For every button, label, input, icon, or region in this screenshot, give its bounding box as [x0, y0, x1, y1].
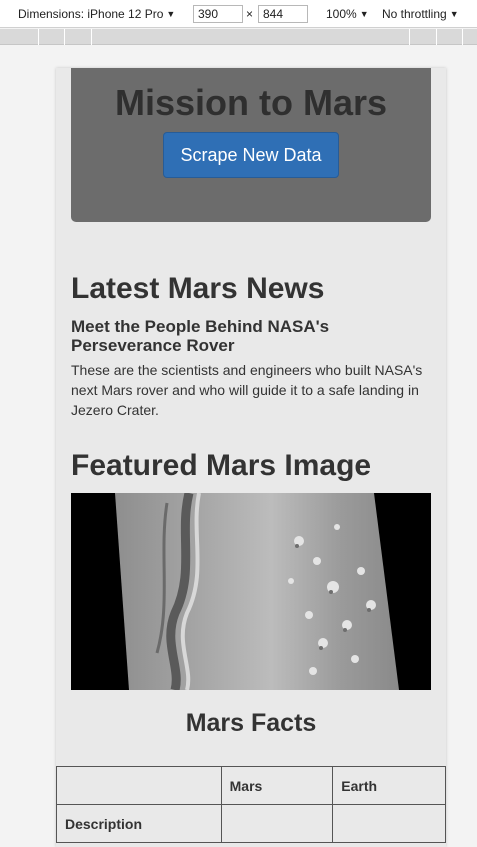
scrape-button[interactable]: Scrape New Data	[163, 132, 339, 178]
zoom-select-label: 100%	[326, 7, 357, 21]
zoom-select[interactable]: 100% ▼	[326, 7, 369, 21]
chevron-down-icon: ▼	[449, 9, 459, 19]
featured-mars-image	[71, 493, 431, 690]
page-title: Mission to Mars	[114, 82, 388, 123]
device-select-label: Dimensions: iPhone 12 Pro	[18, 7, 164, 21]
column-header-earth: Earth	[332, 766, 446, 805]
chevron-down-icon: ▼	[359, 9, 369, 19]
media-query-divider	[91, 29, 92, 45]
jumbotron: Mission to Mars Scrape New Data	[71, 68, 431, 222]
chevron-down-icon: ▼	[166, 9, 176, 19]
device-select[interactable]: Dimensions: iPhone 12 Pro ▼	[18, 7, 175, 21]
earth-cell	[332, 804, 446, 843]
media-query-divider	[64, 29, 65, 45]
column-header	[56, 766, 222, 805]
media-query-divider	[436, 29, 437, 45]
facts-heading: Mars Facts	[185, 709, 317, 737]
news-heading: Latest Mars News	[71, 272, 325, 305]
media-query-divider	[38, 29, 39, 45]
table-header-row: Mars Earth	[56, 766, 446, 805]
news-teaser: These are the scientists and engineers w…	[71, 362, 423, 418]
column-header-mars: Mars	[220, 766, 334, 805]
facts-table: Mars Earth Description	[56, 766, 446, 843]
row-label: Description	[56, 804, 222, 843]
media-query-bar[interactable]	[0, 29, 477, 45]
mars-cell	[220, 804, 334, 843]
viewport-height-input[interactable]	[258, 5, 308, 23]
viewport-width-input[interactable]	[193, 5, 243, 23]
featured-image-heading: Featured Mars Image	[71, 449, 372, 482]
devtools-toolbar: Dimensions: iPhone 12 Pro▼ × 100%▼ No th…	[0, 0, 477, 28]
media-query-divider	[462, 29, 463, 45]
device-viewport: Mission to Mars Scrape New Data Latest M…	[56, 68, 446, 847]
table-row: Description	[56, 804, 446, 843]
throttling-select-label: No throttling	[382, 7, 447, 21]
news-title: Meet the People Behind NASA's Perseveran…	[71, 317, 330, 355]
media-query-divider	[409, 29, 410, 45]
dimension-separator: ×	[246, 7, 254, 21]
throttling-select[interactable]: No throttling ▼	[382, 7, 459, 21]
